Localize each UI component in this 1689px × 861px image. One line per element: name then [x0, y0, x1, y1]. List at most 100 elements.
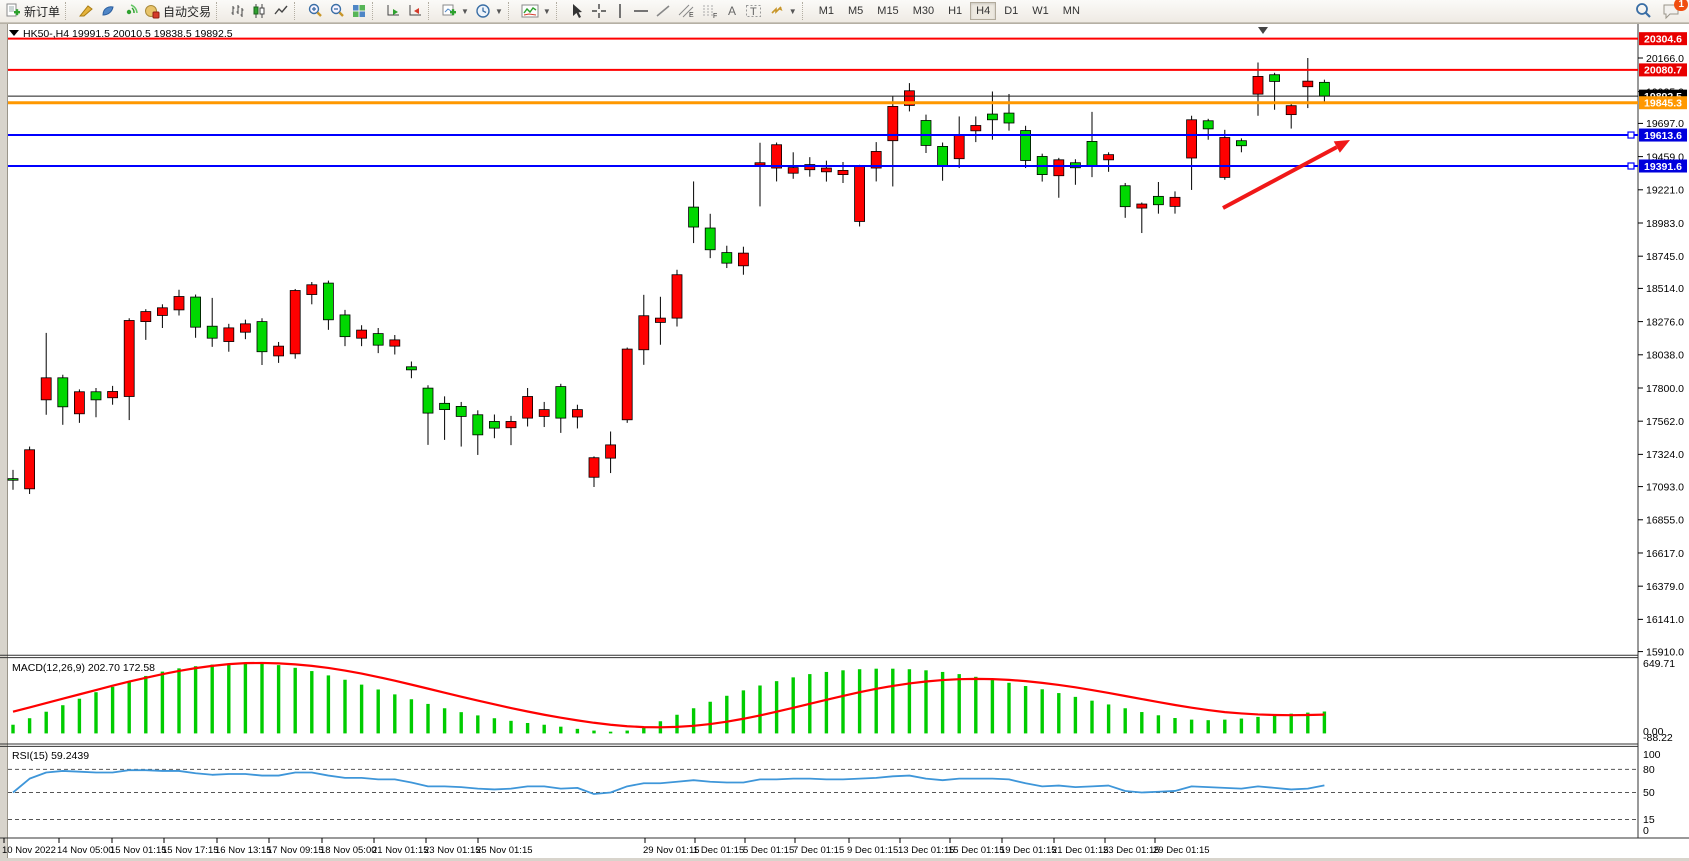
candle [539, 410, 549, 417]
candle [108, 391, 118, 397]
macd-bar [974, 677, 977, 734]
arrows-button[interactable]: ▼ [766, 1, 800, 21]
separator [428, 2, 436, 20]
text-label-button[interactable]: T [742, 1, 766, 21]
candle [323, 283, 333, 320]
cursor-button[interactable] [566, 1, 588, 21]
metaeditor-button[interactable] [75, 1, 97, 21]
price-tick-label: 16379.0 [1646, 581, 1684, 593]
candle [1054, 160, 1064, 176]
chat-button[interactable]: 1 [1661, 2, 1681, 20]
macd-bar [1007, 683, 1010, 734]
new-chart-button[interactable]: ▼ [438, 1, 472, 21]
profiles-button[interactable]: ▼ [472, 1, 506, 21]
macd-scale-label: -88.22 [1643, 732, 1673, 744]
candle [672, 275, 682, 318]
candle [290, 290, 300, 353]
macd-bar [310, 671, 313, 733]
line-chart-button[interactable] [270, 1, 292, 21]
community-button[interactable] [97, 1, 119, 21]
candle [655, 318, 665, 322]
separator [508, 2, 516, 20]
svg-text:T: T [750, 6, 757, 18]
tf-button-M30[interactable]: M30 [907, 2, 940, 20]
candlestick-button[interactable] [248, 1, 270, 21]
tf-button-H4[interactable]: H4 [970, 2, 996, 20]
candle [755, 163, 765, 165]
macd-bar [1124, 708, 1127, 733]
equidistant-channel-button[interactable]: E [674, 1, 698, 21]
candle [987, 114, 997, 120]
chart-canvas[interactable]: 20166.019925.019697.019459.019221.018983… [0, 0, 1689, 861]
price-tick-label: 18514.0 [1646, 283, 1684, 295]
candle [1319, 82, 1329, 96]
tf-button-H1[interactable]: H1 [942, 2, 968, 20]
auto-trading-button[interactable]: 自动交易 [141, 1, 214, 21]
chart-shift-button[interactable] [404, 1, 426, 21]
trendline-button[interactable] [652, 1, 674, 21]
price-tick-label: 15910.0 [1646, 646, 1684, 658]
horizontal-line-button[interactable] [630, 1, 652, 21]
macd-bar [443, 708, 446, 733]
fibonacci-button[interactable]: F [698, 1, 722, 21]
macd-bar [559, 727, 562, 734]
crosshair-button[interactable] [588, 1, 610, 21]
separator [216, 2, 224, 20]
chevron-down-icon: ▼ [461, 7, 469, 16]
candle [1004, 113, 1014, 123]
macd-bar [194, 666, 197, 733]
vertical-line-button[interactable] [610, 1, 630, 21]
time-label: 23 Dec 01:15 [1103, 845, 1160, 856]
zoom-out-button[interactable] [326, 1, 348, 21]
tf-button-D1[interactable]: D1 [998, 2, 1024, 20]
indicators-group: ▼ [518, 0, 554, 22]
tf-button-W1[interactable]: W1 [1026, 2, 1055, 20]
price-tag-label: 19845.3 [1644, 98, 1682, 110]
line-handle[interactable] [1628, 163, 1634, 169]
candle [971, 126, 981, 131]
macd-bar [1041, 689, 1044, 733]
tile-windows-button[interactable] [348, 1, 370, 21]
macd-bar [45, 712, 48, 734]
zoom-in-button[interactable] [304, 1, 326, 21]
price-tick-label: 18983.0 [1646, 218, 1684, 230]
candle [954, 135, 964, 159]
price-tag-label: 19391.6 [1644, 161, 1682, 173]
search-button[interactable] [1631, 1, 1655, 21]
candle [440, 403, 450, 409]
signals-button[interactable] [119, 1, 141, 21]
auto-scroll-button[interactable] [382, 1, 404, 21]
macd-bar [244, 663, 247, 733]
candle [921, 120, 931, 145]
toolbar-right-group: 1 [1631, 1, 1687, 21]
candle [1087, 141, 1097, 165]
macd-bar [327, 675, 330, 733]
bar-chart-button[interactable] [226, 1, 248, 21]
candle [224, 328, 234, 342]
price-tick-label: 18038.0 [1646, 350, 1684, 362]
candle [91, 392, 101, 400]
time-label: 10 Nov 2022 [2, 845, 56, 856]
text-button[interactable]: A [722, 1, 742, 21]
tf-button-MN[interactable]: MN [1057, 2, 1086, 20]
macd-bar [78, 699, 81, 734]
main-chart-pane[interactable] [8, 24, 1638, 655]
candle [157, 308, 167, 316]
macd-bar [1223, 720, 1226, 734]
macd-bar [841, 670, 844, 733]
chevron-down-icon: ▼ [789, 7, 797, 16]
tf-button-M15[interactable]: M15 [871, 2, 904, 20]
new-order-button[interactable]: 新订单 [2, 1, 63, 21]
line-handle[interactable] [1628, 132, 1634, 138]
macd-bar [692, 708, 695, 733]
tf-button-M5[interactable]: M5 [842, 2, 869, 20]
macd-bar [526, 723, 529, 733]
time-label: 18 Nov 05:00 [320, 845, 377, 856]
horizontal-line-icon [633, 3, 649, 19]
macd-bar [543, 725, 546, 734]
macd-bar [792, 677, 795, 733]
indicators-button[interactable]: ▼ [518, 1, 554, 21]
tf-button-M1[interactable]: M1 [813, 2, 840, 20]
time-label: 1 Dec 01:15 [693, 845, 744, 856]
candle [1236, 141, 1246, 146]
